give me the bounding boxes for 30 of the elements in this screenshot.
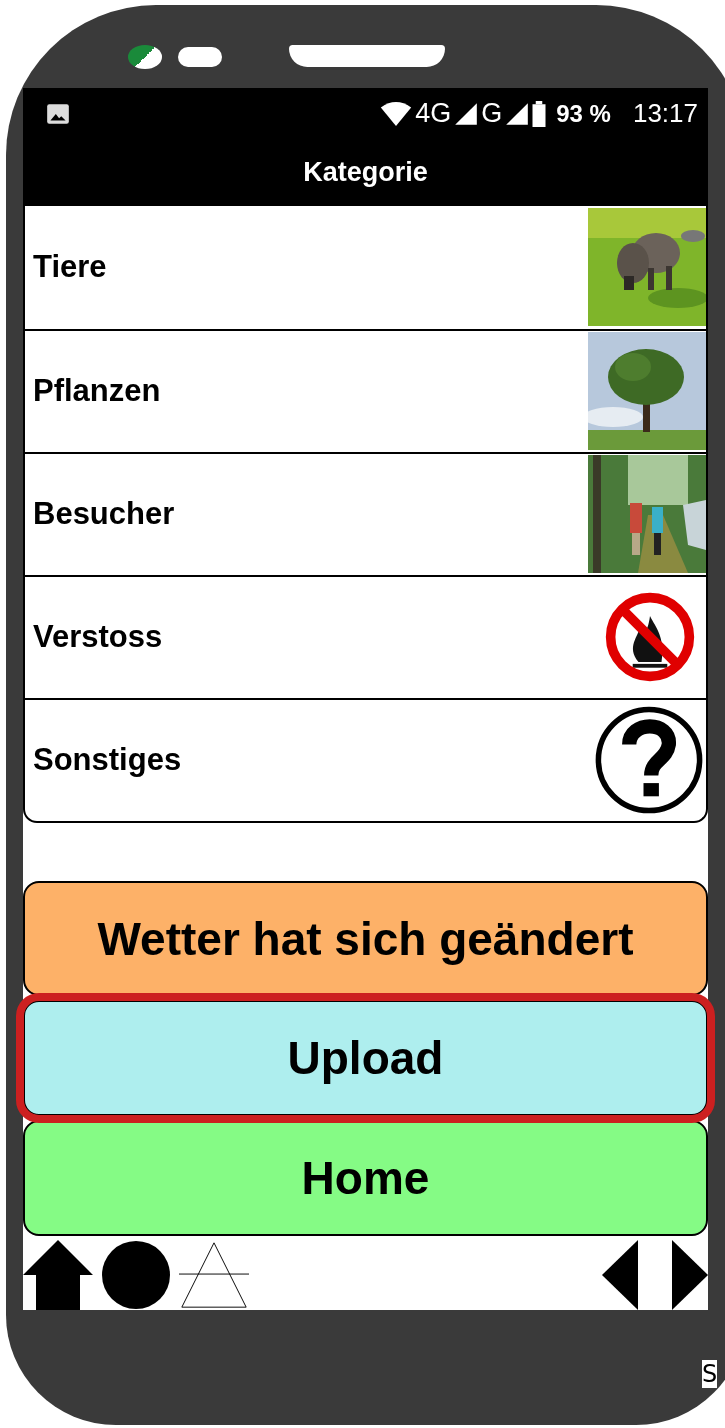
category-item[interactable]: Verstoss bbox=[25, 574, 706, 698]
wifi-icon bbox=[379, 100, 414, 127]
clock: 13:17 bbox=[632, 98, 698, 130]
category-item[interactable]: Besucher bbox=[25, 451, 706, 575]
category-label: Pflanzen bbox=[33, 373, 161, 410]
category-item[interactable]: Tiere bbox=[25, 205, 706, 329]
camera-icon bbox=[128, 45, 162, 69]
circle-icon[interactable] bbox=[101, 1240, 171, 1310]
category-label: Tiere bbox=[33, 249, 107, 286]
category-label: Sonstiges bbox=[33, 742, 182, 779]
battery-icon bbox=[532, 100, 547, 127]
question-icon bbox=[594, 705, 704, 816]
edge-text: S bbox=[702, 1360, 718, 1388]
action-button[interactable]: Home bbox=[23, 1120, 708, 1236]
action-button[interactable]: Wetter hat sich geändert bbox=[23, 880, 708, 997]
category-label: Verstoss bbox=[33, 619, 163, 656]
network-label: G bbox=[481, 98, 503, 130]
signal-icon bbox=[453, 100, 480, 127]
category-label: Besucher bbox=[33, 496, 175, 533]
up-arrow-icon[interactable] bbox=[23, 1240, 93, 1310]
category-item[interactable]: Sonstiges bbox=[25, 697, 706, 821]
screen-title: Kategorie bbox=[303, 157, 428, 189]
category-item[interactable]: Pflanzen bbox=[25, 328, 706, 452]
triangle-icon[interactable] bbox=[179, 1240, 249, 1310]
battery-percent: 93 % bbox=[556, 99, 611, 128]
network-label: 4G bbox=[415, 98, 452, 130]
signal-icon bbox=[504, 100, 531, 127]
left-arrow-icon[interactable] bbox=[602, 1240, 638, 1310]
sensor-icon bbox=[178, 47, 222, 67]
right-arrow-icon[interactable] bbox=[672, 1240, 708, 1310]
